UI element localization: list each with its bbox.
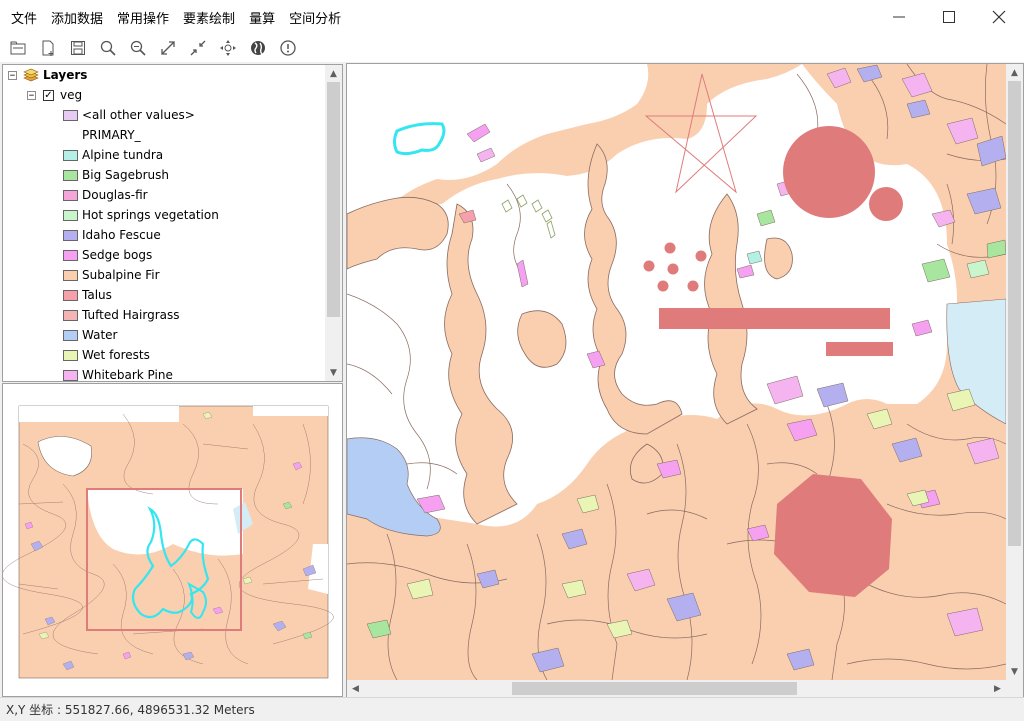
legend-item[interactable]: Douglas-fir <box>63 185 148 205</box>
legend-item[interactable]: Idaho Fescue <box>63 225 161 245</box>
status-bar: X,Y 坐标 : 551827.66, 4896531.32 Meters <box>0 697 1024 721</box>
legend-swatch <box>63 229 78 241</box>
scroll-down-icon[interactable]: ▼ <box>1006 663 1023 680</box>
legend-item[interactable]: <all other values> <box>63 105 195 125</box>
maximize-icon[interactable] <box>924 0 974 34</box>
legend-label: <all other values> <box>82 108 195 122</box>
layer-visibility-checkbox[interactable]: ✓ <box>43 89 54 101</box>
fixed-zoom-icon[interactable] <box>186 36 210 60</box>
legend-item[interactable]: Tufted Hairgrass <box>63 305 180 325</box>
legend-swatch <box>63 289 78 301</box>
pan-icon[interactable] <box>216 36 240 60</box>
legend-item[interactable]: Talus <box>63 285 112 305</box>
legend-swatch <box>63 149 78 161</box>
legend-item[interactable]: Alpine tundra <box>63 145 163 165</box>
table-of-contents: − Layers − ✓ veg <all other values> PRIMA… <box>2 64 343 382</box>
legend-swatch <box>63 189 78 201</box>
new-doc-icon[interactable] <box>36 36 60 60</box>
menu-item[interactable]: 空间分析 <box>282 8 348 27</box>
minimize-icon[interactable] <box>874 0 924 34</box>
legend-item[interactable]: Big Sagebrush <box>63 165 169 185</box>
legend-swatch <box>63 349 78 361</box>
legend-label: Talus <box>82 288 112 302</box>
collapse-icon[interactable]: − <box>8 70 17 80</box>
zoom-in-icon[interactable] <box>96 36 120 60</box>
scroll-right-icon[interactable]: ▶ <box>989 680 1006 697</box>
coordinate-readout: X,Y 坐标 : 551827.66, 4896531.32 Meters <box>6 703 255 717</box>
toc-scrollbar[interactable]: ▲ ▼ <box>325 65 342 381</box>
scroll-corner <box>1006 680 1023 697</box>
legend-item[interactable]: Whitebark Pine <box>63 365 173 382</box>
legend-swatch <box>63 269 78 281</box>
legend-label: Hot springs vegetation <box>82 208 219 222</box>
legend-item[interactable]: Water <box>63 325 117 345</box>
toolbar <box>0 34 1024 62</box>
globe-icon[interactable] <box>246 36 270 60</box>
legend-swatch <box>63 329 78 341</box>
overview-map-canvas <box>3 405 334 679</box>
legend-label: Tufted Hairgrass <box>82 308 180 322</box>
info-icon[interactable] <box>276 36 300 60</box>
full-extent-icon[interactable] <box>156 36 180 60</box>
toc-root-row[interactable]: − Layers <box>8 65 87 85</box>
legend-label: PRIMARY_ <box>82 128 141 142</box>
legend-label: Big Sagebrush <box>82 168 169 182</box>
legend-swatch <box>63 309 78 321</box>
menu-item[interactable]: 量算 <box>242 8 282 27</box>
legend-label: Wet forests <box>82 348 150 362</box>
legend-label: Whitebark Pine <box>82 368 173 382</box>
map-vscroll-thumb[interactable] <box>1008 81 1021 546</box>
legend-swatch <box>63 369 78 381</box>
legend-swatch <box>63 249 78 261</box>
collapse-icon[interactable]: − <box>27 90 36 100</box>
close-icon[interactable] <box>974 0 1024 34</box>
map-hscroll-thumb[interactable] <box>512 682 797 695</box>
layers-icon <box>23 68 39 82</box>
legend-label: Douglas-fir <box>82 188 148 202</box>
menu-item[interactable]: 要素绘制 <box>176 8 242 27</box>
overview-map[interactable] <box>2 383 343 697</box>
menu-bar: 文件 添加数据 常用操作 要素绘制 量算 空间分析 <box>0 0 1024 34</box>
legend-label: Alpine tundra <box>82 148 164 162</box>
legend-label: Sedge bogs <box>82 248 153 262</box>
scroll-up-icon[interactable]: ▲ <box>325 65 342 82</box>
scroll-up-icon[interactable]: ▲ <box>1006 64 1023 81</box>
menu-items: 文件 添加数据 常用操作 要素绘制 量算 空间分析 <box>4 8 348 27</box>
save-icon[interactable] <box>66 36 90 60</box>
legend-swatch <box>63 209 78 221</box>
map-horizontal-scrollbar[interactable]: ◀ ▶ <box>347 680 1006 697</box>
map-vertical-scrollbar[interactable]: ▲ ▼ <box>1006 64 1023 680</box>
window-controls <box>874 0 1024 34</box>
legend-swatch <box>63 169 78 181</box>
legend-item[interactable]: Sedge bogs <box>63 245 152 265</box>
legend-item[interactable]: Wet forests <box>63 345 150 365</box>
scroll-down-icon[interactable]: ▼ <box>325 364 342 381</box>
menu-item[interactable]: 文件 <box>4 8 44 27</box>
toc-layer-row[interactable]: − ✓ veg <box>27 85 82 105</box>
toc-root-label: Layers <box>43 68 88 82</box>
legend-item[interactable]: Hot springs vegetation <box>63 205 219 225</box>
legend-swatch <box>63 109 78 121</box>
legend-label: Water <box>82 328 118 342</box>
menu-item[interactable]: 常用操作 <box>110 8 176 27</box>
scroll-left-icon[interactable]: ◀ <box>347 680 364 697</box>
legend-item[interactable]: Subalpine Fir <box>63 265 160 285</box>
legend-label: Subalpine Fir <box>82 268 160 282</box>
menu-item[interactable]: 添加数据 <box>44 8 110 27</box>
toc-layer-name: veg <box>60 88 83 102</box>
map-view[interactable]: ▲ ▼ ◀ ▶ <box>346 63 1024 698</box>
legend-label: Idaho Fescue <box>82 228 161 242</box>
map-canvas <box>347 64 1007 681</box>
open-icon[interactable] <box>6 36 30 60</box>
toc-scroll-thumb[interactable] <box>327 82 340 317</box>
legend-item[interactable]: PRIMARY_ <box>63 125 141 145</box>
zoom-out-icon[interactable] <box>126 36 150 60</box>
